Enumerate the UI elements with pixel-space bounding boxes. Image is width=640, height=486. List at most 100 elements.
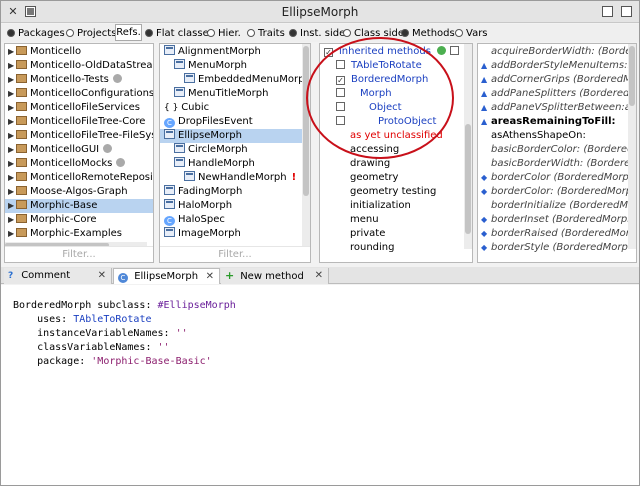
- protocols-vscrollbar[interactable]: [464, 44, 472, 249]
- class-item[interactable]: MenuTitleMorph: [160, 87, 303, 101]
- method-item[interactable]: ▲ areasRemainingToFill:: [478, 115, 628, 129]
- expand-triangle-icon[interactable]: ▶: [8, 101, 16, 115]
- method-item[interactable]: asAthensShapeOn:: [478, 129, 628, 143]
- method-item[interactable]: ▲addBorderStyleMenuItems:hand: [478, 59, 628, 73]
- method-item[interactable]: ◆borderRaised (BorderedMorph): [478, 227, 628, 241]
- classes-pane[interactable]: ImageMorph C HaloSpec HaloMorph FadingMorph N…: [159, 43, 311, 263]
- expand-triangle-icon[interactable]: ▶: [8, 115, 16, 129]
- protocol-item[interactable]: geometry: [320, 171, 398, 185]
- tab-new-method[interactable]: + New method ✕: [221, 268, 329, 284]
- package-item[interactable]: ▶ MonticelloRemoteRepositorie: [5, 171, 153, 185]
- class-item[interactable]: FadingMorph: [160, 185, 303, 199]
- class-item[interactable]: CircleMorph: [160, 143, 303, 157]
- expand-triangle-icon[interactable]: ▶: [8, 45, 16, 59]
- expand-triangle-icon[interactable]: ▶: [8, 199, 16, 213]
- expand-triangle-icon[interactable]: ▶: [8, 185, 16, 199]
- protocol-item[interactable]: private: [320, 227, 385, 241]
- package-item[interactable]: ▶ Moose-Algos-Graph: [5, 185, 153, 199]
- checkbox-checked-icon[interactable]: ✓: [324, 48, 333, 57]
- protocol-item[interactable]: rounding: [320, 241, 395, 255]
- hier-radio[interactable]: Hier.: [207, 27, 241, 40]
- packages-pane[interactable]: ▶ Morphic-Examples ▶ Morphic-Core ▶ Morphic-B…: [4, 43, 154, 263]
- protocols-pane[interactable]: rounding private menu initialization geometr…: [319, 43, 473, 263]
- class-item[interactable]: NewHandleMorph!: [160, 171, 303, 185]
- class-item[interactable]: EmbeddedMenuMorph: [160, 73, 310, 87]
- package-item[interactable]: ▶ Morphic-Core: [5, 213, 153, 227]
- inst-side-radio[interactable]: Inst. side: [289, 27, 345, 40]
- packages-radio[interactable]: Packages: [7, 27, 65, 40]
- checkbox-icon[interactable]: [336, 116, 345, 125]
- minimize-window-icon[interactable]: [602, 6, 613, 17]
- methods-vscrollbar[interactable]: [628, 44, 636, 249]
- tab-ellipsemorph[interactable]: C EllipseMorph ✕: [113, 268, 220, 284]
- method-item[interactable]: ◆ borderColor (BorderedMorph): [478, 171, 628, 185]
- unclassified-protocol[interactable]: as yet unclassified: [320, 129, 443, 143]
- expand-triangle-icon[interactable]: ▶: [8, 157, 16, 171]
- package-item[interactable]: ▶ MonticelloMocks: [5, 157, 153, 171]
- methods-radio[interactable]: Methods: [401, 27, 455, 40]
- expand-triangle-icon[interactable]: ▶: [8, 73, 16, 87]
- close-tab-icon[interactable]: ✕: [98, 268, 106, 283]
- maximize-window-icon[interactable]: [621, 6, 632, 17]
- expand-triangle-icon[interactable]: ▶: [8, 171, 16, 185]
- checkbox-icon[interactable]: [336, 102, 345, 111]
- checkbox-icon[interactable]: [336, 60, 345, 69]
- package-item[interactable]: ▶ Monticello: [5, 45, 153, 59]
- method-item[interactable]: ◆ borderInset (BorderedMorph): [478, 213, 628, 227]
- methods-pane[interactable]: ◆ borderStyle (BorderedMorph) ◆ borderRaise…: [477, 43, 637, 263]
- class-item[interactable]: { } Cubic: [160, 101, 303, 115]
- flat-classes-radio[interactable]: Flat classes: [145, 27, 214, 40]
- classes-vscrollbar[interactable]: [302, 44, 310, 249]
- hierarchy-class-row[interactable]: TAbleToRotate: [320, 59, 464, 73]
- expand-triangle-icon[interactable]: ▶: [8, 87, 16, 101]
- checkbox-checked-icon[interactable]: ✓: [336, 76, 345, 85]
- protocol-item[interactable]: menu: [320, 213, 379, 227]
- method-item[interactable]: acquireBorderWidth: (BorderedM: [478, 45, 628, 59]
- package-item[interactable]: ▶ MonticelloConfigurations: [5, 87, 153, 101]
- expand-triangle-icon[interactable]: ▶: [8, 213, 16, 227]
- refs-button[interactable]: Refs.: [115, 24, 142, 41]
- checkbox-icon[interactable]: [336, 88, 345, 97]
- method-item[interactable]: ◆ borderStyle (BorderedMorph): [478, 241, 628, 255]
- checkbox-icon[interactable]: [449, 46, 459, 55]
- close-tab-icon[interactable]: ✕: [315, 268, 323, 283]
- classes-filter-input[interactable]: Filter...: [160, 246, 310, 262]
- package-item[interactable]: ▶ MonticelloFileTree-FileSysten: [5, 129, 153, 143]
- method-item[interactable]: ▲addPaneSplitters (BorderedMorph: [478, 87, 628, 101]
- class-item[interactable]: HaloMorph: [160, 199, 303, 213]
- class-item[interactable]: EllipseMorph: [160, 129, 303, 143]
- class-item[interactable]: ImageMorph: [160, 227, 303, 241]
- package-item[interactable]: ▶ Morphic-Base: [5, 199, 153, 213]
- method-item[interactable]: borderInitialize (BorderedMorp: [478, 199, 628, 213]
- package-item[interactable]: ▶ Monticello-OldDataStreamCo: [5, 59, 153, 73]
- package-item[interactable]: ▶ MonticelloFileServices: [5, 101, 153, 115]
- hierarchy-class-row[interactable]: Object: [320, 101, 464, 115]
- expand-triangle-icon[interactable]: ▶: [8, 59, 16, 73]
- hierarchy-class-row[interactable]: Morph: [320, 87, 464, 101]
- class-item[interactable]: C HaloSpec: [160, 213, 303, 227]
- code-editor[interactable]: BorderedMorph subclass: #EllipseMorph us…: [1, 285, 639, 485]
- info-icon[interactable]: [436, 46, 446, 55]
- protocol-item[interactable]: initialization: [320, 199, 411, 213]
- protocol-item[interactable]: accessing: [320, 143, 399, 157]
- class-item[interactable]: MenuMorph: [160, 59, 303, 73]
- expand-triangle-icon[interactable]: ▶: [8, 143, 16, 157]
- hierarchy-class-row[interactable]: ProtoObject: [320, 115, 464, 129]
- hierarchy-class-row[interactable]: ✓ BorderedMorph: [320, 73, 464, 87]
- traits-radio[interactable]: Traits: [247, 27, 285, 40]
- method-item[interactable]: basicBorderWidth: (BorderedMo: [478, 157, 628, 171]
- method-item[interactable]: ▲addCornerGrips (BorderedMorph): [478, 73, 628, 87]
- close-tab-icon[interactable]: ✕: [206, 269, 214, 284]
- class-item[interactable]: HandleMorph: [160, 157, 303, 171]
- protocol-item[interactable]: geometry testing: [320, 185, 436, 199]
- packages-filter-input[interactable]: Filter...: [5, 246, 153, 262]
- expand-triangle-icon[interactable]: ▶: [8, 129, 16, 143]
- package-item[interactable]: ▶ Monticello-Tests: [5, 73, 153, 87]
- method-item[interactable]: ◆ borderColor: (BorderedMorph): [478, 185, 628, 199]
- method-item[interactable]: basicBorderColor: (BorderedM: [478, 143, 628, 157]
- package-item[interactable]: ▶ MonticelloFileTree-Core: [5, 115, 153, 129]
- class-item[interactable]: C DropFilesEvent: [160, 115, 303, 129]
- inherited-methods-row[interactable]: ✓ inherited methods: [320, 45, 464, 59]
- class-item[interactable]: AlignmentMorph: [160, 45, 303, 59]
- projects-radio[interactable]: Projects: [66, 27, 116, 40]
